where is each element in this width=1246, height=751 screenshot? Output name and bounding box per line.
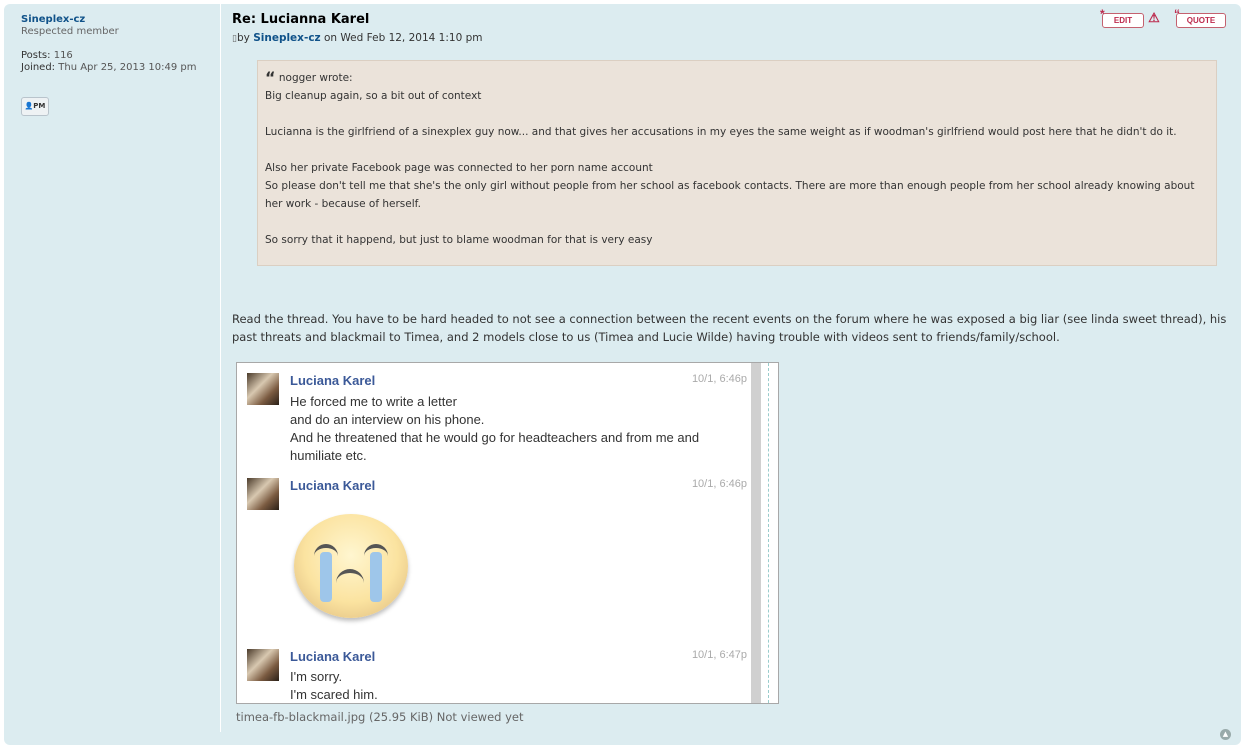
- author-rank: Respected member: [21, 26, 119, 37]
- quoted-block: “ nogger wrote: Big cleanup again, so a …: [257, 60, 1217, 266]
- post-body: Re: Lucianna Karel ▯by Sineplex-cz on We…: [232, 4, 1232, 739]
- chat-text: I'm sorry. I'm scared him.: [290, 668, 730, 703]
- joined-date: Thu Apr 25, 2013 10:49 pm: [58, 62, 197, 73]
- reply-text: Read the thread. You have to be hard hea…: [232, 312, 1227, 344]
- chat-message: Luciana Karel 10/1, 6:46p: [247, 478, 747, 628]
- chat-sender: Luciana Karel: [290, 373, 376, 388]
- quote-label: QUOTE: [1186, 16, 1216, 25]
- posts-label: Posts:: [21, 50, 51, 61]
- chat-line: He forced me to write a letter: [290, 394, 457, 409]
- edit-button[interactable]: * EDIT: [1100, 8, 1144, 28]
- chat-time: 10/1, 6:47p: [691, 649, 747, 661]
- chat-line: I'm sorry.: [290, 669, 343, 684]
- back-to-top-icon[interactable]: ▲: [1220, 729, 1231, 740]
- quote-cite: “ nogger wrote:: [265, 69, 1206, 87]
- chat-message: Luciana Karel 10/1, 6:47p I'm sorry. I'm…: [247, 649, 747, 702]
- joined-label: Joined:: [21, 62, 56, 73]
- sticker-tear: [320, 552, 332, 602]
- pm-button[interactable]: 👤PM: [21, 97, 49, 116]
- chat-text: He forced me to write a letter and do an…: [290, 393, 730, 465]
- quote-line: Lucianna is the girlfriend of a sinexple…: [265, 126, 1177, 138]
- user-icon: 👤: [24, 102, 34, 110]
- quote-line: So sorry that it happend, but just to bl…: [265, 234, 653, 246]
- chat-time: 10/1, 6:46p: [691, 478, 747, 490]
- chat-line: I'm scared him.: [290, 687, 378, 702]
- quote-marks-icon: “: [265, 68, 276, 87]
- forum-post: Sineplex-cz Respected member Posts: 116 …: [4, 4, 1241, 745]
- image-scrollbar: [751, 363, 761, 703]
- edit-label: EDIT: [1113, 16, 1133, 25]
- chat-sender: Luciana Karel: [290, 478, 376, 493]
- chat-line: and do an interview on his phone.: [290, 412, 485, 427]
- quote-marks-icon: “: [1174, 7, 1180, 21]
- author-name-link[interactable]: Sineplex-cz: [21, 14, 85, 25]
- author-stats: Posts: 116 Joined: Thu Apr 25, 2013 10:4…: [21, 50, 211, 74]
- quote-line: Big cleanup again, so a bit out of conte…: [265, 90, 482, 102]
- pm-label: PM: [33, 102, 46, 110]
- quote-line: Also her private Facebook page was conne…: [265, 162, 653, 174]
- chat-line: And he threatened that he would go for h…: [290, 430, 700, 463]
- avatar: [247, 478, 279, 510]
- sticker-tear: [370, 552, 382, 602]
- post-buttons: * EDIT ⚠ “ QUOTE: [1100, 8, 1226, 29]
- quote-line: So please don't tell me that she's the o…: [265, 180, 1195, 210]
- posts-count: 116: [53, 50, 73, 61]
- attached-image[interactable]: Luciana Karel 10/1, 6:46p He forced me t…: [236, 362, 779, 704]
- avatar: [247, 649, 279, 681]
- byline-user-link[interactable]: Sineplex-cz: [253, 32, 320, 44]
- chat-time: 10/1, 6:46p: [691, 373, 747, 385]
- attachment-info: (25.95 KiB) Not viewed yet: [368, 710, 524, 724]
- attachment-filename[interactable]: timea-fb-blackmail.jpg: [236, 710, 365, 724]
- report-icon: ⚠: [1148, 10, 1160, 25]
- sticker-mouth: [336, 569, 364, 587]
- post-byline: ▯by Sineplex-cz on Wed Feb 12, 2014 1:10…: [232, 32, 482, 44]
- edit-pencil-icon: *: [1100, 7, 1105, 21]
- quote-cite-text: nogger wrote:: [278, 72, 353, 84]
- report-button[interactable]: ⚠: [1144, 11, 1164, 24]
- post-title[interactable]: Re: Lucianna Karel: [232, 12, 369, 27]
- image-scrolltrack: [768, 363, 770, 703]
- attachment-caption: timea-fb-blackmail.jpg (25.95 KiB) Not v…: [236, 710, 524, 724]
- quote-button[interactable]: “ QUOTE: [1174, 8, 1226, 28]
- post-date: on Wed Feb 12, 2014 1:10 pm: [324, 32, 483, 44]
- crying-face-sticker: [294, 514, 408, 618]
- avatar: [247, 373, 279, 405]
- by-label: by: [236, 32, 250, 44]
- author-profile: Sineplex-cz Respected member Posts: 116 …: [4, 4, 221, 732]
- chat-message: Luciana Karel 10/1, 6:46p He forced me t…: [247, 373, 747, 468]
- chat-sender: Luciana Karel: [290, 649, 376, 664]
